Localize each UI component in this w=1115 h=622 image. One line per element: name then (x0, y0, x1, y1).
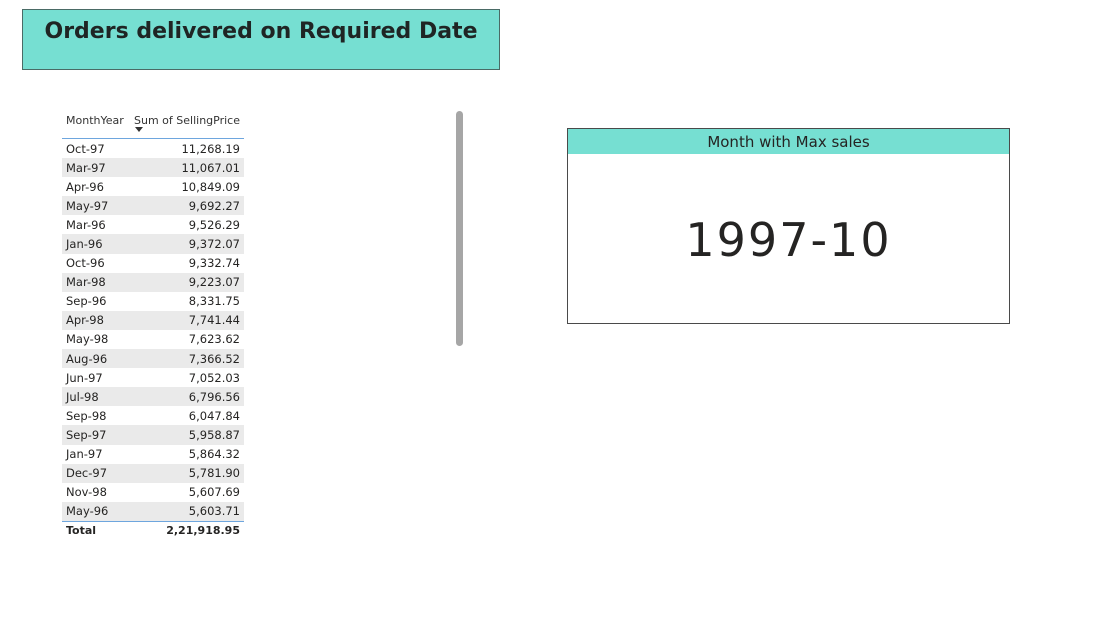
table-row[interactable]: May-98 7,623.62 (62, 330, 244, 349)
table-row[interactable]: Jan-97 5,864.32 (62, 445, 244, 464)
table-row[interactable]: Jun-97 7,052.03 (62, 368, 244, 387)
cell-sum-sellingprice: 11,067.01 (181, 160, 240, 175)
cell-sum-sellingprice: 11,268.19 (181, 141, 240, 156)
cell-sum-sellingprice: 6,796.56 (188, 389, 240, 404)
cell-sum-sellingprice: 9,332.74 (188, 256, 240, 271)
table-row[interactable]: Oct-96 9,332.74 (62, 254, 244, 273)
sort-descending-icon[interactable] (135, 127, 143, 132)
cell-monthyear: Sep-96 (66, 294, 107, 309)
table-row[interactable]: Dec-97 5,781.90 (62, 463, 244, 483)
card-value: 1997-10 (685, 213, 892, 267)
table-row[interactable]: Apr-96 10,849.09 (62, 177, 244, 196)
cell-monthyear: Apr-96 (66, 179, 104, 194)
cell-monthyear: Mar-96 (66, 217, 106, 232)
cell-monthyear: May-96 (66, 504, 109, 519)
column-header-monthyear[interactable]: MonthYear (62, 110, 132, 138)
table-row[interactable]: Mar-97 11,067.01 (62, 158, 244, 178)
page-title: Orders delivered on Required Date (44, 19, 478, 44)
cell-sum-sellingprice: 10,849.09 (181, 179, 240, 194)
table-row[interactable]: Oct-97 11,268.19 (62, 139, 244, 158)
table-row[interactable]: Nov-98 5,607.69 (62, 483, 244, 502)
total-value: 2,21,918.95 (166, 524, 240, 538)
table-row[interactable]: May-97 9,692.27 (62, 196, 244, 216)
table-body: Oct-97 11,268.19 Mar-97 11,067.01 Apr-96 10,8… (62, 139, 244, 522)
cell-sum-sellingprice: 5,607.69 (188, 485, 240, 500)
cell-sum-sellingprice: 9,692.27 (188, 198, 240, 213)
table-total-row: Total 2,21,918.95 (62, 522, 244, 540)
table-row[interactable]: Jan-96 9,372.07 (62, 234, 244, 254)
table-header: MonthYear Sum of SellingPrice (62, 110, 244, 139)
cell-monthyear: Mar-97 (66, 160, 106, 175)
cell-sum-sellingprice: 5,864.32 (188, 447, 240, 462)
cell-monthyear: Jan-97 (66, 447, 103, 462)
cell-monthyear: Nov-98 (66, 485, 107, 500)
page-title-box: Orders delivered on Required Date (22, 9, 500, 70)
table-row[interactable]: Jul-98 6,796.56 (62, 387, 244, 407)
table-row[interactable]: Apr-98 7,741.44 (62, 310, 244, 330)
orders-table[interactable]: MonthYear Sum of SellingPrice Oct-97 11,2… (62, 110, 244, 540)
cell-monthyear: Sep-97 (66, 427, 107, 442)
table-row[interactable]: Sep-97 5,958.87 (62, 425, 244, 445)
table-scrollbar[interactable] (456, 111, 463, 346)
total-label: Total (66, 524, 97, 538)
cell-sum-sellingprice: 5,603.71 (188, 504, 240, 519)
cell-monthyear: Oct-96 (66, 256, 105, 271)
cell-monthyear: Sep-98 (66, 408, 107, 423)
table-row[interactable]: Mar-96 9,526.29 (62, 215, 244, 234)
table-row[interactable]: May-96 5,603.71 (62, 501, 244, 521)
cell-monthyear: May-97 (66, 198, 109, 213)
cell-sum-sellingprice: 6,047.84 (188, 408, 240, 423)
cell-sum-sellingprice: 5,958.87 (188, 427, 240, 442)
cell-monthyear: Aug-96 (66, 351, 108, 366)
cell-sum-sellingprice: 7,623.62 (188, 332, 240, 347)
cell-monthyear: Oct-97 (66, 141, 105, 156)
cell-sum-sellingprice: 9,526.29 (188, 217, 240, 232)
table-row[interactable]: Sep-96 8,331.75 (62, 292, 244, 311)
table-row[interactable]: Mar-98 9,223.07 (62, 272, 244, 292)
cell-monthyear: Dec-97 (66, 466, 108, 481)
cell-monthyear: Jun-97 (66, 370, 103, 385)
cell-monthyear: Jul-98 (66, 389, 99, 404)
column-header-sum-sellingprice[interactable]: Sum of SellingPrice (132, 110, 244, 138)
cell-sum-sellingprice: 9,223.07 (188, 275, 240, 290)
card-title: Month with Max sales (568, 129, 1009, 154)
table-row[interactable]: Sep-98 6,047.84 (62, 406, 244, 425)
cell-sum-sellingprice: 7,052.03 (188, 370, 240, 385)
cell-monthyear: Mar-98 (66, 275, 106, 290)
cell-sum-sellingprice: 7,366.52 (188, 351, 240, 366)
cell-sum-sellingprice: 7,741.44 (188, 313, 240, 328)
cell-sum-sellingprice: 5,781.90 (188, 466, 240, 481)
cell-sum-sellingprice: 8,331.75 (188, 294, 240, 309)
cell-monthyear: Jan-96 (66, 237, 103, 252)
cell-monthyear: Apr-98 (66, 313, 104, 328)
kpi-card: Month with Max sales 1997-10 (567, 128, 1010, 324)
cell-monthyear: May-98 (66, 332, 109, 347)
table-row[interactable]: Aug-96 7,366.52 (62, 349, 244, 369)
cell-sum-sellingprice: 9,372.07 (188, 237, 240, 252)
